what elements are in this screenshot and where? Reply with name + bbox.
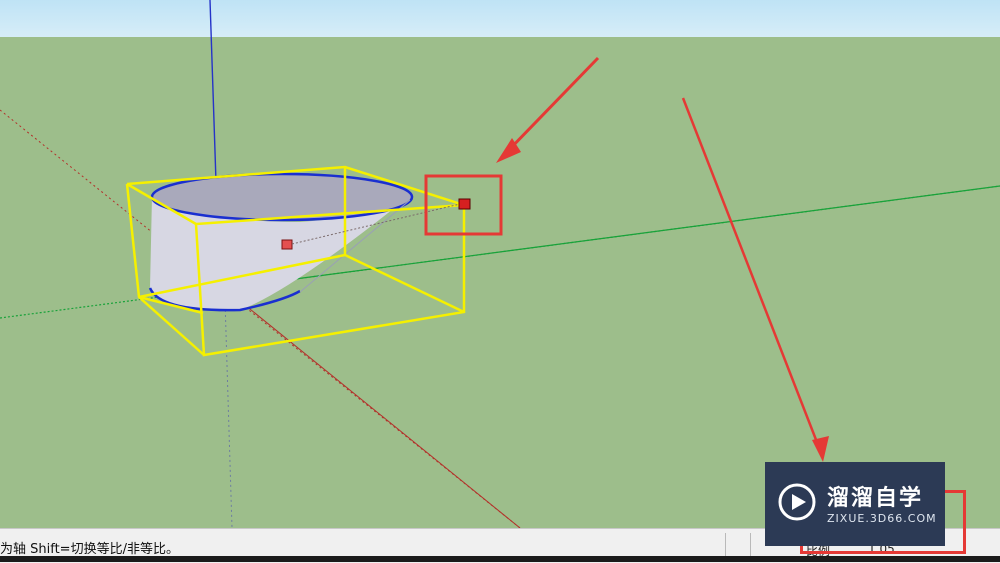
cone-top-face <box>150 172 414 222</box>
status-hint: 为轴 Shift=切换等比/非等比。 <box>0 542 179 557</box>
annotation-arrow-2 <box>681 97 822 451</box>
red-axis-solid <box>244 304 521 528</box>
scene-graphics <box>0 0 1000 528</box>
watermark-subtitle: ZIXUE.3D66.COM <box>827 512 937 525</box>
watermark-title: 溜溜自学 <box>827 486 924 511</box>
blue-axis-down <box>224 299 233 528</box>
blue-axis <box>209 0 217 183</box>
play-circle-icon <box>778 483 816 521</box>
annotation-arrow-1 <box>503 56 600 156</box>
taskbar <box>0 556 1000 562</box>
scale-grip-center[interactable] <box>281 239 293 250</box>
watermark-badge: 溜溜自学 ZIXUE.3D66.COM <box>765 462 945 546</box>
scale-grip-corner[interactable] <box>458 198 471 210</box>
annotation-arrowhead-2 <box>812 436 829 462</box>
